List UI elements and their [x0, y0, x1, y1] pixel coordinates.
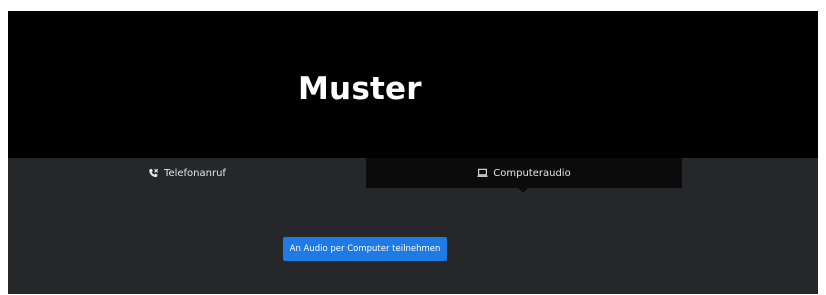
- phone-icon: [148, 168, 159, 179]
- watermark-title: Muster: [298, 71, 422, 107]
- laptop-icon: [477, 168, 488, 178]
- audio-dialog: Muster Telefonanruf Computeraudio An Aud…: [8, 11, 818, 294]
- audio-tabs: Telefonanruf Computeraudio: [8, 158, 818, 188]
- tab-phone-call[interactable]: Telefonanruf: [8, 158, 366, 188]
- tab-phone-call-label: Telefonanruf: [164, 167, 226, 179]
- active-tab-pointer: [518, 188, 528, 193]
- video-preview-area: Muster: [8, 11, 818, 158]
- tab-computer-audio-label: Computeraudio: [493, 167, 571, 179]
- join-computer-audio-button[interactable]: An Audio per Computer teilnehmen: [283, 237, 447, 261]
- tab-computer-audio[interactable]: Computeraudio: [366, 158, 682, 188]
